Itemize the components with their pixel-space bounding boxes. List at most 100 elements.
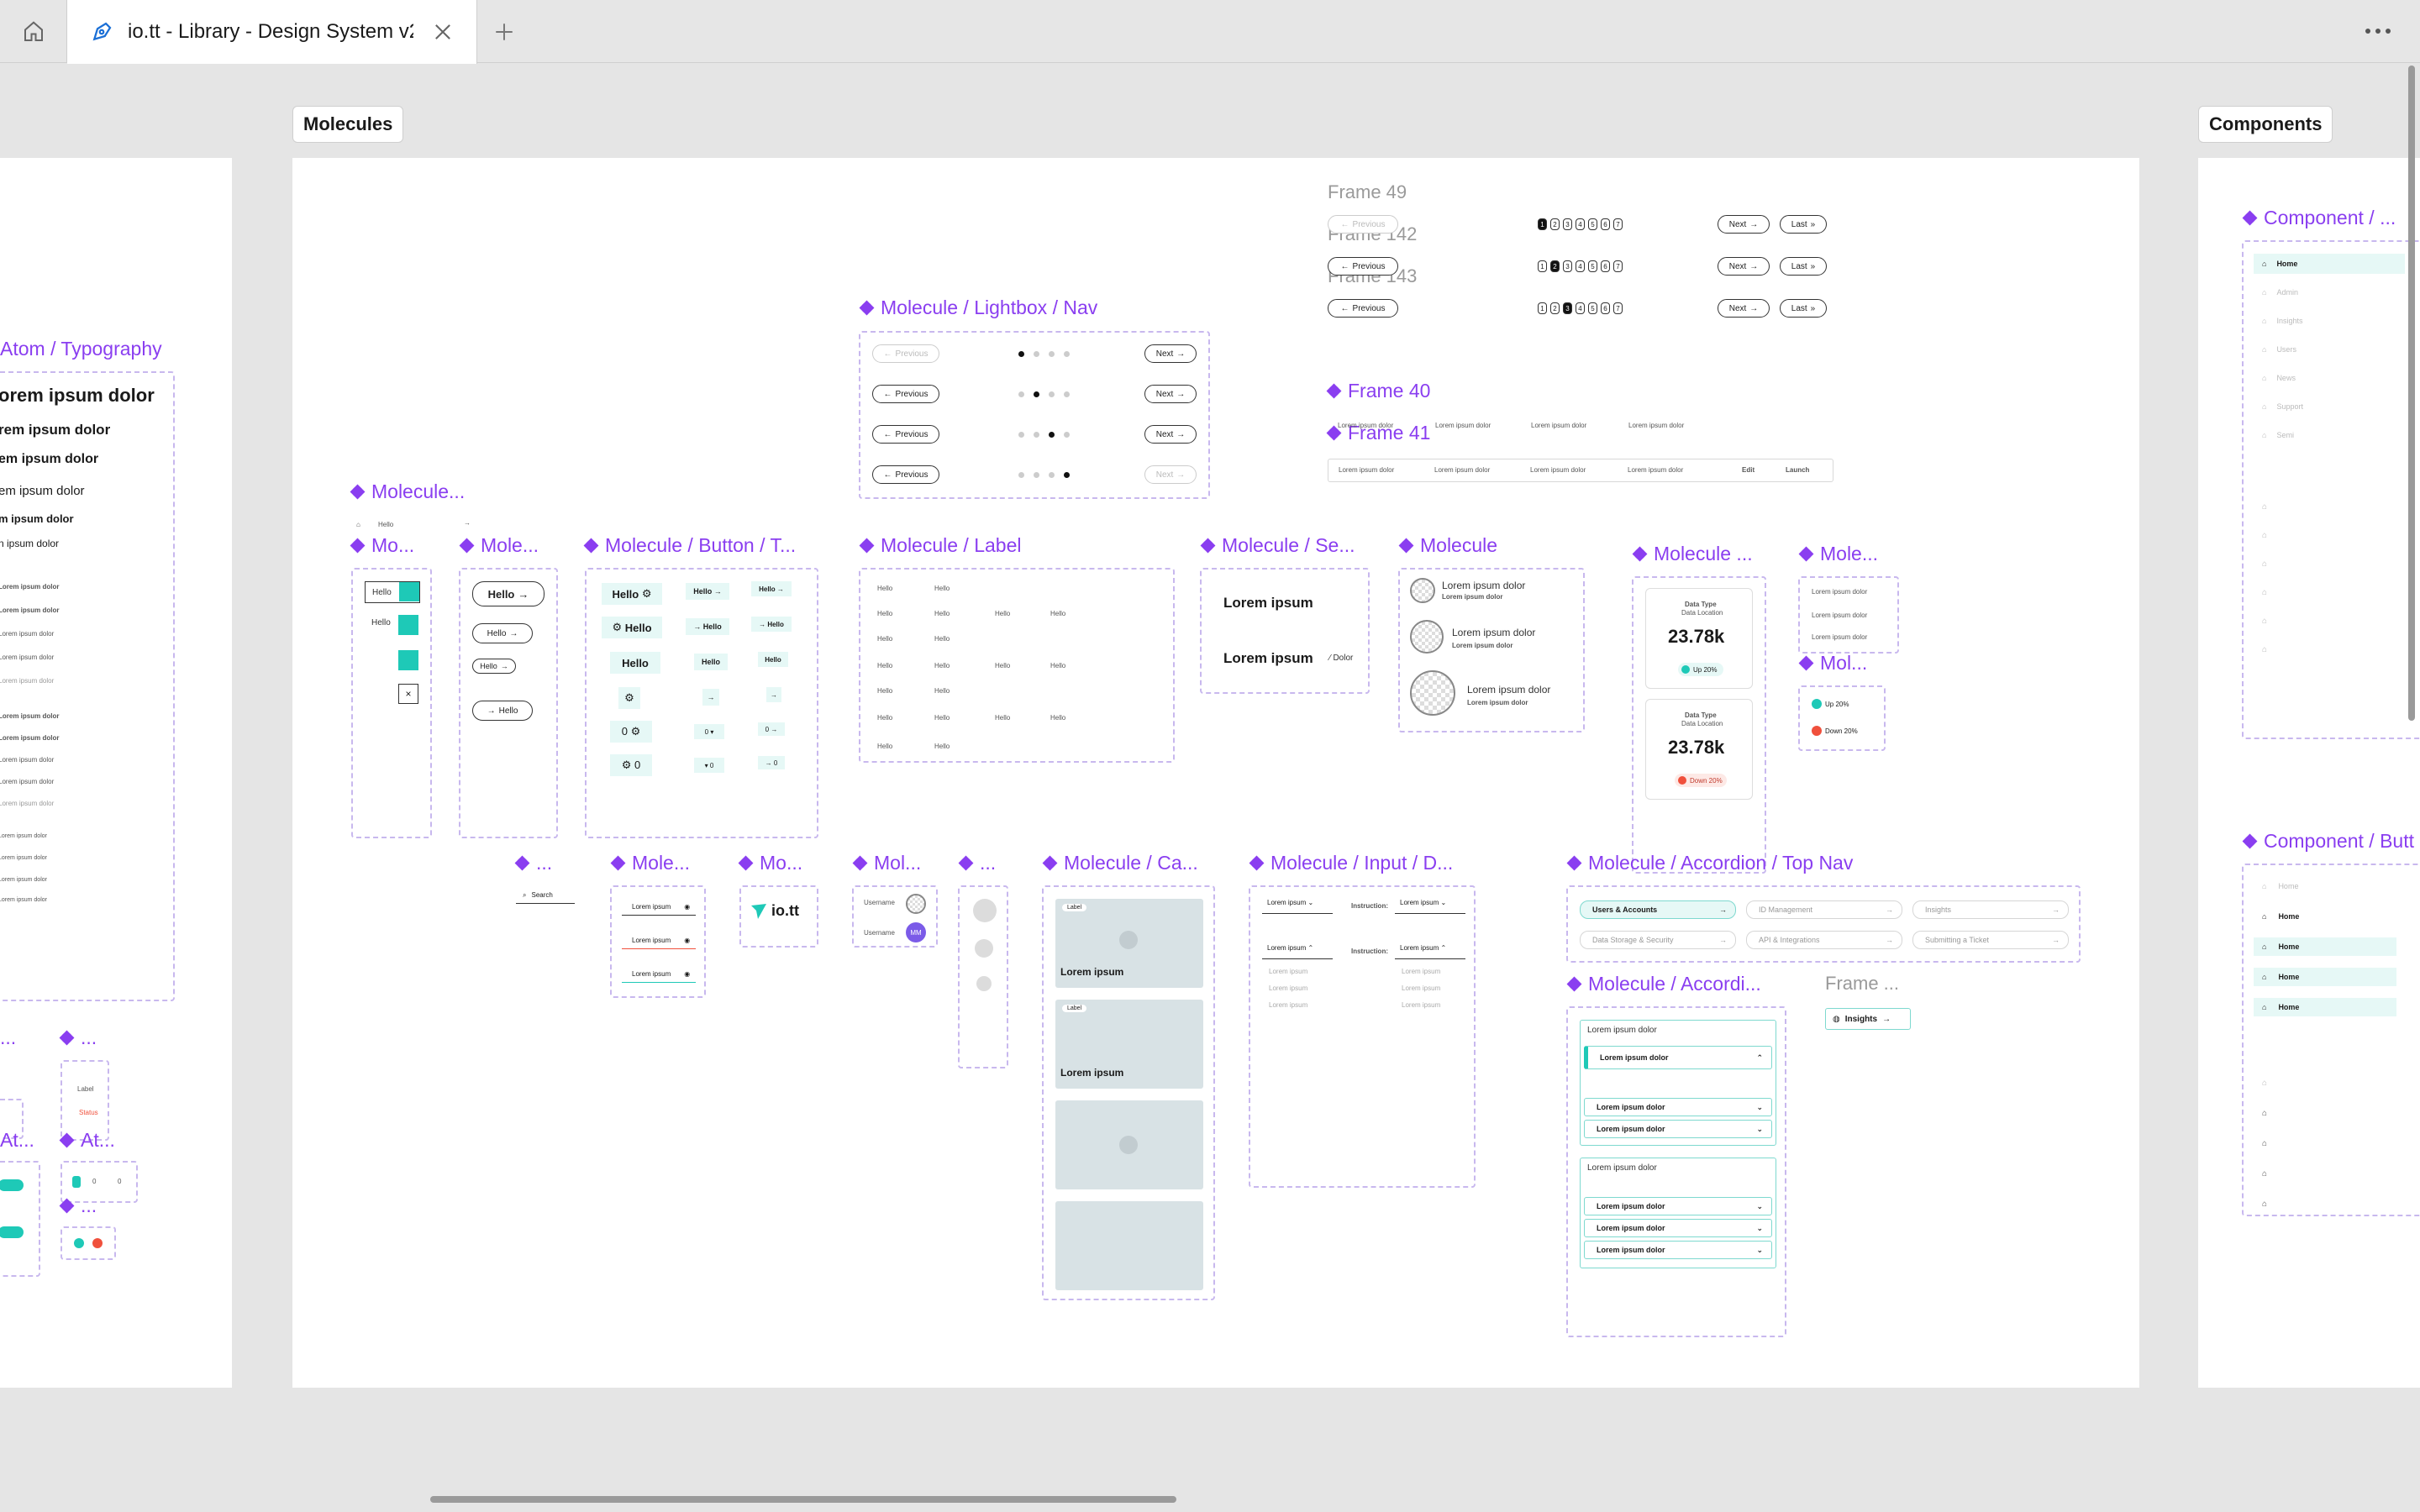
accordion-title[interactable]: Molecule / Accordi... [1566, 973, 1761, 995]
password-field-2[interactable]: Lorem ipsum ◉ [622, 932, 696, 949]
eye-icon[interactable]: ◉ [684, 903, 690, 911]
toggle-on[interactable] [0, 1226, 24, 1238]
home-icon[interactable]: ⌂ [2262, 1109, 2267, 1118]
hello-sm[interactable]: Hello [694, 654, 728, 670]
page-number[interactable]: 7 [1613, 218, 1623, 230]
hello-pill-large[interactable]: Hello → [472, 581, 544, 606]
page-number[interactable]: 4 [1576, 218, 1585, 230]
next-button[interactable]: Next → [1718, 257, 1770, 276]
hello-arrow-sm[interactable]: Hello → [686, 583, 729, 600]
mo-title[interactable]: Mo... [350, 534, 414, 557]
top-nav-item[interactable]: Users & Accounts → [1580, 900, 1736, 919]
frame-insights-title[interactable]: Frame ... [1825, 973, 1899, 995]
home-icon[interactable]: ⌂ [2262, 1169, 2267, 1179]
previous-button[interactable]: ← Previous [1328, 215, 1398, 234]
sidenav-item[interactable]: ⌂ Users [2254, 339, 2405, 360]
mole-pill-component[interactable]: Hello → Hello → Hello → → Hello [459, 568, 558, 838]
home-button[interactable]: ⌂ Home [2254, 968, 2396, 986]
page-number[interactable]: 4 [1576, 260, 1585, 272]
lightbox-nav-component[interactable]: ← Previous Next → ← Previous Next → ← Previous Nex… [859, 331, 1210, 499]
carousel-dot[interactable] [1018, 391, 1024, 397]
next-button[interactable]: Next → [1718, 215, 1770, 234]
gear-icon[interactable]: ⚙ [618, 687, 640, 709]
previous-button[interactable]: ← Previous [872, 344, 939, 363]
sidenav-item[interactable]: ⌂ Semi [2254, 425, 2405, 445]
home-icon[interactable]: ⌂ [2262, 1200, 2267, 1209]
dropdown-1[interactable]: Lorem ipsum ⌄ [1262, 899, 1333, 914]
previous-button[interactable]: ← Previous [1328, 257, 1398, 276]
top-nav-item[interactable]: Insights → [1912, 900, 2069, 919]
lightbox-nav-title[interactable]: Molecule / Lightbox / Nav [859, 297, 1097, 319]
arrow-teal-box-2[interactable] [398, 615, 418, 635]
components-frame-label[interactable]: Components [2198, 106, 2333, 143]
accordion-header[interactable]: Lorem ipsum dolor [1587, 1026, 1657, 1035]
carousel-dot[interactable] [1064, 472, 1070, 478]
carousel-dot[interactable] [1018, 432, 1024, 438]
card-component[interactable]: Label Lorem ipsum Label Lorem ipsum [1042, 885, 1215, 1300]
accordion-top-nav-component[interactable]: Users & Accounts → ID Management → Insights →… [1566, 885, 2081, 963]
label-component[interactable]: Hello Hello Hello Hello Hello Hello Hello Hello… [859, 568, 1175, 763]
password-field-3[interactable]: Lorem ipsum ◉ [622, 966, 696, 983]
se-component[interactable]: Lorem ipsum Lorem ipsum ⁄ Dolor [1200, 568, 1370, 694]
top-nav-item[interactable]: API & Integrations → [1746, 931, 1902, 949]
logo-title[interactable]: Mo... [738, 852, 802, 874]
stat-card-component[interactable]: Data Type Data Location 23.78k Up 20% Da… [1632, 576, 1766, 874]
carousel-dot[interactable] [1034, 472, 1039, 478]
trend-badges-component[interactable]: Up 20% Down 20% [1798, 685, 1886, 751]
media-card-3[interactable] [1055, 1100, 1203, 1189]
component-button-title[interactable]: Component / Butt [2242, 830, 2414, 853]
carousel-dot[interactable] [1049, 472, 1055, 478]
accordion-header[interactable]: Lorem ipsum dolor [1587, 1163, 1657, 1173]
dropdown-open-2[interactable]: Lorem ipsum ⌃ [1395, 944, 1465, 959]
next-button[interactable]: Next → [1144, 344, 1197, 363]
arrow-hello-sm[interactable]: → Hello [686, 618, 729, 635]
hello-arrow-box[interactable]: Hello [365, 581, 420, 603]
arrow-sm-icon[interactable]: → [702, 689, 719, 706]
hello-xs[interactable]: Hello [758, 652, 788, 667]
next-button[interactable]: Next → [1144, 425, 1197, 444]
frame-40-title[interactable]: Frame 40 [1326, 380, 1430, 402]
top-nav-item[interactable]: Submitting a Ticket → [1912, 931, 2069, 949]
mole-right-title[interactable]: Mole... [1798, 543, 1878, 565]
zero-filter-sm[interactable]: 0 ▾ [694, 724, 724, 739]
at-title-1[interactable]: At... [0, 1129, 34, 1152]
sidenav-component[interactable]: ⌂ Home ⌂ Admin ⌂ Insights ⌂ Users ⌂ News ⌂ Support ⌂… [2242, 240, 2420, 739]
stat-title[interactable]: Molecule ... [1632, 543, 1753, 565]
page-number[interactable]: 2 [1550, 218, 1560, 230]
component-button-board[interactable]: ⌂ Home ⌂ Home ⌂ Home ⌂ Home ⌂ Home ⌂ ⌂ ⌂ ⌂ ⌂ [2242, 864, 2420, 1216]
page-number[interactable]: 5 [1588, 260, 1597, 272]
zero-arrow-xs[interactable]: 0 → [758, 722, 785, 736]
next-button[interactable]: Next → [1144, 465, 1197, 484]
top-nav-item[interactable]: Data Storage & Security → [1580, 931, 1736, 949]
previous-button[interactable]: ← Previous [872, 385, 939, 403]
left-toggle-comp[interactable] [0, 1161, 40, 1277]
search-title[interactable]: ... [514, 852, 552, 874]
accordion-row[interactable]: Lorem ipsum dolor ⌄ [1584, 1098, 1772, 1116]
page-number[interactable]: 2 [1550, 260, 1560, 272]
close-icon[interactable]: × [398, 684, 418, 704]
molecules-frame-label[interactable]: Molecules [292, 106, 404, 143]
avatar-list-component[interactable]: Lorem ipsum dolor Lorem ipsum dolor Lore… [1398, 568, 1585, 732]
carousel-dot[interactable] [1049, 391, 1055, 397]
frame-41-bar[interactable]: Lorem ipsum dolor Lorem ipsum dolor Lore… [1328, 459, 1833, 482]
hello-pill-small[interactable]: Hello → [472, 659, 516, 674]
accordion-row[interactable]: Lorem ipsum dolor ⌄ [1584, 1197, 1772, 1215]
last-button[interactable]: Last» [1780, 257, 1827, 276]
previous-button[interactable]: ← Previous [872, 425, 939, 444]
media-card-4[interactable] [1055, 1201, 1203, 1290]
arrow-xs-icon[interactable]: → [766, 687, 781, 702]
input-dropdown-component[interactable]: Lorem ipsum ⌄ Instruction: Lorem ipsum ⌄… [1249, 885, 1476, 1188]
gear-zero-button[interactable]: ⚙ 0 [610, 754, 652, 776]
se-title[interactable]: Molecule / Se... [1200, 534, 1355, 557]
toggle-on[interactable] [0, 1179, 24, 1191]
arrow-zero-xs[interactable]: → 0 [758, 756, 785, 769]
home-icon[interactable]: ⌂ [2262, 1139, 2267, 1148]
document-tab[interactable]: io.tt - Library - Design System v2 [67, 0, 477, 64]
mole-right-component[interactable]: Lorem ipsum dolor Lorem ipsum dolor Lore… [1798, 576, 1899, 654]
page-number[interactable]: 5 [1588, 302, 1597, 314]
atom-typography-component[interactable]: orem ipsum dolor rem ipsum dolor em ipsu… [0, 371, 175, 1001]
left-ellipsis-title[interactable]: ... [0, 1026, 16, 1049]
nav-icon[interactable]: ⌂ [2262, 645, 2267, 654]
new-tab-button[interactable] [487, 15, 521, 49]
page-number[interactable]: 5 [1588, 218, 1597, 230]
